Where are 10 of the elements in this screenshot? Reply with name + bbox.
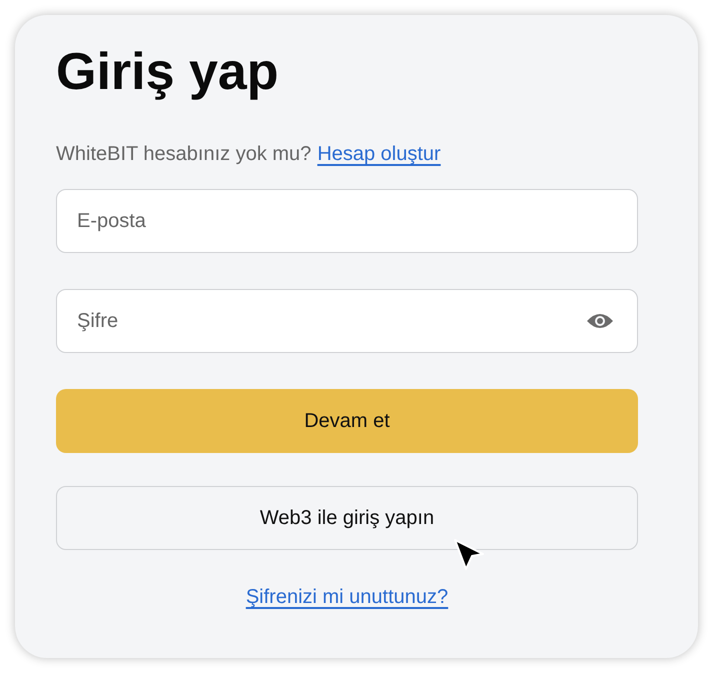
eye-icon[interactable] — [586, 312, 614, 330]
forgot-password-link[interactable]: Şifrenizi mi unuttunuz? — [246, 586, 448, 608]
password-field[interactable]: Şifre — [56, 289, 638, 353]
web3-login-button[interactable]: Web3 ile giriş yapın — [56, 486, 638, 550]
page-title: Giriş yap — [56, 42, 280, 103]
signup-link[interactable]: Hesap oluştur — [317, 143, 441, 165]
continue-button[interactable]: Devam et — [56, 389, 638, 453]
cursor-icon — [453, 538, 485, 572]
signup-prompt: WhiteBIT hesabınız yok mu? — [56, 143, 312, 165]
email-field[interactable]: E-posta — [56, 189, 638, 253]
